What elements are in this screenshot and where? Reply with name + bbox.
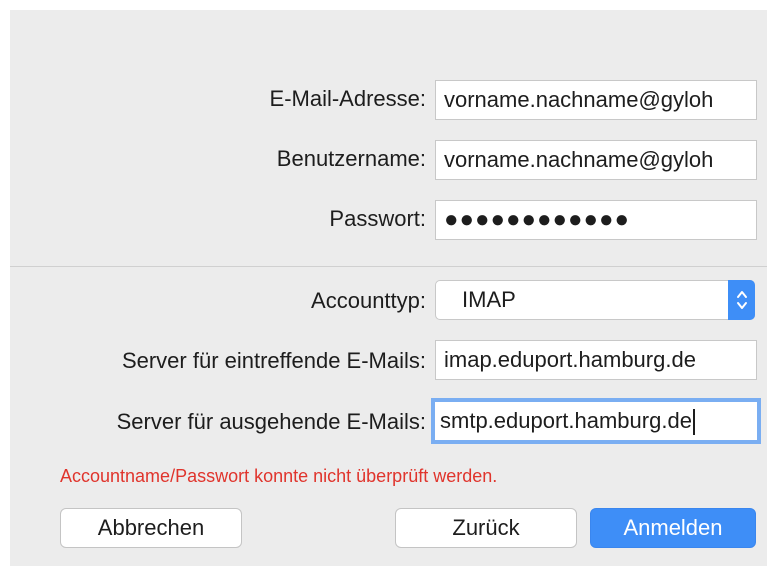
password-label: Passwort: (329, 206, 426, 231)
incoming-server-field[interactable]: imap.eduport.hamburg.de (435, 340, 757, 380)
username-field[interactable]: vorname.nachname@gyloh (435, 140, 757, 180)
chevron-up-down-icon[interactable] (728, 280, 755, 320)
text-cursor (692, 409, 695, 436)
cancel-button[interactable]: Abbrechen (60, 508, 242, 548)
email-label: E-Mail-Adresse: (269, 86, 426, 111)
outgoing-server-label: Server für ausgehende E-Mails: (116, 409, 426, 434)
username-label: Benutzername: (276, 146, 426, 171)
incoming-server-label: Server für eintreffende E-Mails: (121, 348, 426, 373)
outgoing-server-field[interactable]: smtp.eduport.hamburg.de (431, 398, 761, 444)
account-type-value: IMAP (462, 287, 516, 312)
password-field[interactable]: ●●●●●●●●●●●● (435, 200, 757, 240)
account-type-label: Accounttyp: (311, 288, 426, 313)
account-setup-dialog: E-Mail-Adresse: vorname.nachname@gyloh B… (10, 10, 767, 566)
account-type-select[interactable]: IMAP (435, 280, 755, 320)
login-button[interactable]: Anmelden (590, 508, 756, 548)
back-button[interactable]: Zurück (395, 508, 577, 548)
error-message: Accountname/Passwort konnte nicht überpr… (60, 466, 498, 486)
outgoing-server-value: smtp.eduport.hamburg.de (440, 408, 692, 433)
section-divider (10, 266, 767, 267)
email-field[interactable]: vorname.nachname@gyloh (435, 80, 757, 120)
